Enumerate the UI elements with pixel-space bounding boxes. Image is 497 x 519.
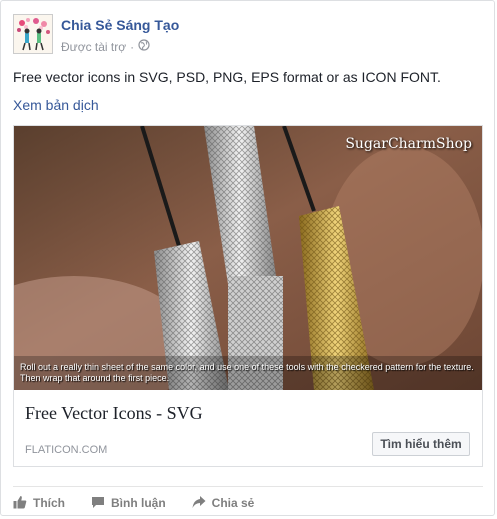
sponsored-label[interactable]: Được tài trợ bbox=[61, 40, 126, 54]
like-label: Thích bbox=[33, 496, 65, 510]
post-text: Free vector icons in SVG, PSD, PNG, EPS … bbox=[13, 69, 441, 85]
globe-icon bbox=[138, 39, 150, 54]
meta-separator: · bbox=[130, 39, 135, 54]
comment-label: Bình luận bbox=[111, 496, 166, 510]
preview-image[interactable]: SugarCharmShop Roll out a really thin sh… bbox=[14, 126, 482, 390]
post-actions: Thích Bình luận Chia sẻ bbox=[13, 486, 483, 519]
thumbs-up-icon bbox=[13, 495, 33, 512]
link-preview[interactable]: SugarCharmShop Roll out a really thin sh… bbox=[13, 125, 483, 467]
sponsored-post-card: Chia Sẻ Sáng Tạo Được tài trợ · Free vec… bbox=[0, 0, 495, 516]
link-title[interactable]: Free Vector Icons - SVG bbox=[25, 403, 203, 424]
page-avatar[interactable] bbox=[13, 14, 53, 54]
post-meta: Được tài trợ · bbox=[61, 39, 150, 54]
share-icon bbox=[192, 495, 212, 512]
page-name-link[interactable]: Chia Sẻ Sáng Tạo bbox=[61, 17, 179, 33]
comment-button[interactable]: Bình luận bbox=[91, 495, 166, 512]
share-label: Chia sẻ bbox=[211, 496, 255, 510]
video-caption: Roll out a really thin sheet of the same… bbox=[20, 362, 474, 383]
link-domain: FLATICON.COM bbox=[25, 444, 108, 456]
video-watermark: SugarCharmShop bbox=[345, 136, 472, 152]
learn-more-button[interactable]: Tìm hiểu thêm bbox=[372, 432, 470, 456]
comment-icon bbox=[91, 495, 111, 512]
share-button[interactable]: Chia sẻ bbox=[192, 495, 255, 512]
like-button[interactable]: Thích bbox=[13, 495, 65, 512]
see-translation-link[interactable]: Xem bản dịch bbox=[13, 97, 99, 113]
